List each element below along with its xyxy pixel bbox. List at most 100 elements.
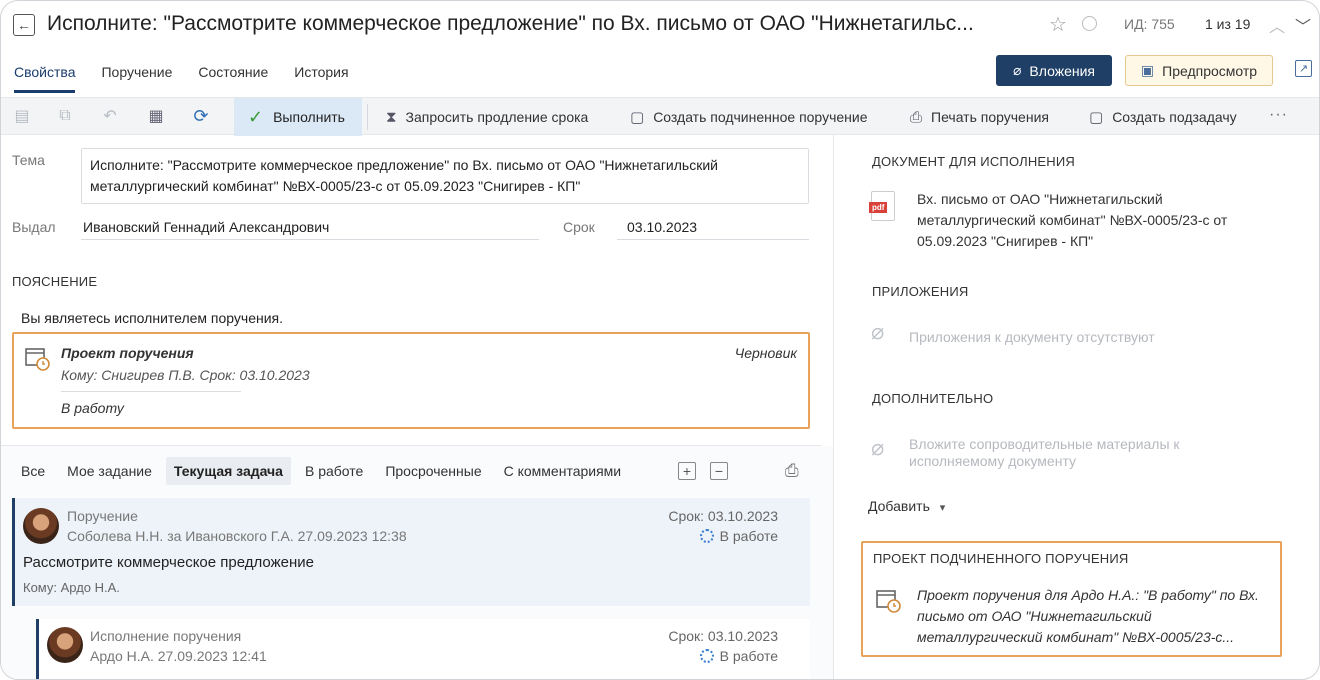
task-status: В работе xyxy=(699,528,778,544)
extra-section-header: ДОПОЛНИТЕЛЬНО xyxy=(872,391,994,406)
due-label: Срок xyxy=(563,219,595,235)
task-recipient: Кому: Ардо Н.А. xyxy=(23,580,120,595)
draft-title[interactable]: Проект поручения xyxy=(61,345,194,361)
popout-icon[interactable]: ↗ xyxy=(1295,60,1312,77)
star-icon[interactable]: ☆ xyxy=(1049,12,1067,37)
issued-label: Выдал xyxy=(12,219,56,235)
spinner-icon xyxy=(699,649,714,663)
paperclip-icon: ⌀ xyxy=(871,435,885,460)
expand-all-button[interactable]: + xyxy=(678,462,696,480)
pdf-icon-label: pdf xyxy=(869,202,888,213)
draft-meta: Кому: Снигирев П.В. Срок: 03.10.2023 xyxy=(61,367,310,383)
tasks-divider xyxy=(1,445,821,446)
chevron-down-icon[interactable]: ﹀ xyxy=(1295,13,1311,37)
draft-status: Черновик xyxy=(734,345,797,361)
task-type: Поручение xyxy=(67,508,138,524)
chevron-up-icon[interactable]: ︿ xyxy=(1269,13,1285,37)
document-link[interactable]: Вх. письмо от ОАО "Нижнетагильский метал… xyxy=(917,189,1277,252)
check-icon: ✓ xyxy=(248,106,264,127)
sub-assignment-text[interactable]: Проект поручения для Ардо Н.А.: "В работ… xyxy=(917,585,1267,648)
create-subtask-button[interactable]: ▢ Создать подзадачу xyxy=(1089,98,1237,136)
create-subtask-label: Создать подзадачу xyxy=(1112,109,1237,125)
toolbar-divider xyxy=(367,104,368,130)
more-icon[interactable]: ··· xyxy=(1269,106,1288,124)
undo-icon[interactable]: ↶ xyxy=(101,107,119,125)
calendar-icon xyxy=(25,348,50,371)
paperclip-icon: ⌀ xyxy=(871,319,885,344)
back-icon[interactable]: ← xyxy=(13,14,35,36)
filter-with-comments[interactable]: С комментариями xyxy=(496,457,630,485)
document-icon[interactable]: ▦ xyxy=(147,107,165,125)
avatar xyxy=(23,508,59,544)
attachments-section-header: ПРИЛОЖЕНИЯ xyxy=(872,284,969,299)
doc-id: ИД: 755 xyxy=(1124,16,1175,32)
create-sub-assignment-button[interactable]: ▢ Создать подчиненное поручение xyxy=(630,98,867,136)
subject-label: Тема xyxy=(12,152,45,168)
run-label: Выполнить xyxy=(273,109,345,125)
save-icon[interactable]: ▤ xyxy=(13,107,31,125)
calendar-icon: ▢ xyxy=(1089,109,1104,126)
filter-current-task[interactable]: Текущая задача xyxy=(165,457,291,485)
explanation-header: ПОЯСНЕНИЕ xyxy=(12,274,98,289)
task-subject: Рассмотрите коммерческое предложение xyxy=(23,554,314,571)
tab-state[interactable]: Состояние xyxy=(198,64,268,93)
tab-bar: Свойства Поручение Состояние История xyxy=(14,64,349,93)
hourglass-icon: ⧗ xyxy=(386,108,397,126)
toolbar: ▤ ⧉ ↶ ▦ ⟳ ✓ Выполнить ⧗ Запросить продле… xyxy=(1,97,1319,136)
due-field[interactable]: 03.10.2023 xyxy=(627,219,697,235)
page-title: Исполните: "Рассмотрите коммерческое пре… xyxy=(47,12,974,35)
attachments-label: Вложения xyxy=(1029,62,1095,79)
draft-divider xyxy=(61,391,241,392)
print-label: Печать поручения xyxy=(931,109,1049,125)
tab-assignment[interactable]: Поручение xyxy=(101,64,172,93)
task-type: Исполнение поручения xyxy=(90,628,242,644)
attachments-button[interactable]: ⌀ Вложения xyxy=(996,55,1112,86)
task-status-label: В работе xyxy=(719,528,778,544)
filter-my-task[interactable]: Мое задание xyxy=(59,457,160,485)
task-status: В работе xyxy=(699,648,778,664)
print-icon[interactable]: ⎙ xyxy=(785,461,799,481)
subject-field[interactable]: Исполните: "Рассмотрите коммерческое пре… xyxy=(81,148,809,204)
run-button[interactable]: ✓ Выполнить xyxy=(234,98,362,136)
tab-properties[interactable]: Свойства xyxy=(14,64,76,93)
title-bar: ← Исполните: "Рассмотрите коммерческое п… xyxy=(1,1,1319,51)
sub-assignment-project[interactable]: ПРОЕКТ ПОДЧИНЕННОГО ПОРУЧЕНИЯ Проект пор… xyxy=(861,541,1282,657)
preview-label: Предпросмотр xyxy=(1162,62,1258,79)
paperclip-icon: ⌀ xyxy=(1012,62,1022,78)
circle-icon[interactable] xyxy=(1082,16,1097,31)
task-card[interactable]: Исполнение поручения Ардо Н.А. 27.09.202… xyxy=(36,619,810,679)
add-dropdown[interactable]: Добавить ▾ xyxy=(868,498,945,514)
calendar-icon: ▢ xyxy=(630,109,645,126)
copy-icon[interactable]: ⧉ xyxy=(56,107,74,125)
attachments-empty: Приложения к документу отсутствуют xyxy=(909,329,1155,345)
pdf-icon[interactable]: pdf xyxy=(869,191,895,221)
create-sub-label: Создать подчиненное поручение xyxy=(653,109,868,125)
pane-divider xyxy=(833,135,834,679)
filter-all[interactable]: Все xyxy=(13,457,53,485)
task-card[interactable]: Поручение Соболева Н.Н. за Ивановского Г… xyxy=(12,498,810,606)
extend-deadline-button[interactable]: ⧗ Запросить продление срока xyxy=(386,98,588,136)
pager: 1 из 19 xyxy=(1205,16,1251,32)
task-author: Ардо Н.А. 27.09.2023 12:41 xyxy=(90,648,267,664)
print-assignment-button[interactable]: ⎙ Печать поручения xyxy=(910,98,1049,136)
filter-in-progress[interactable]: В работе xyxy=(297,457,371,485)
draft-assignment-card[interactable]: Проект поручения Кому: Снигирев П.В. Сро… xyxy=(12,332,810,429)
task-filters: Все Мое задание Текущая задача В работе … xyxy=(13,456,635,486)
spinner-icon xyxy=(699,529,714,543)
refresh-icon[interactable]: ⟳ xyxy=(192,106,210,126)
filter-overdue[interactable]: Просроченные xyxy=(377,457,489,485)
extra-hint: Вложите сопроводительные материалы к исп… xyxy=(909,436,1180,469)
task-due: Срок: 03.10.2023 xyxy=(668,628,778,644)
issued-underline xyxy=(81,239,539,240)
print-icon: ⎙ xyxy=(910,108,923,126)
preview-icon: ▣ xyxy=(1140,62,1155,78)
preview-button[interactable]: ▣ Предпросмотр xyxy=(1125,55,1273,86)
tab-history[interactable]: История xyxy=(294,64,348,93)
task-status-label: В работе xyxy=(719,648,778,664)
avatar xyxy=(47,627,83,663)
issued-field[interactable]: Ивановский Геннадий Александрович xyxy=(83,219,329,235)
add-label: Добавить xyxy=(868,498,930,514)
collapse-all-button[interactable]: − xyxy=(710,462,728,480)
chevron-down-icon: ▾ xyxy=(939,502,946,514)
due-underline xyxy=(617,239,809,240)
